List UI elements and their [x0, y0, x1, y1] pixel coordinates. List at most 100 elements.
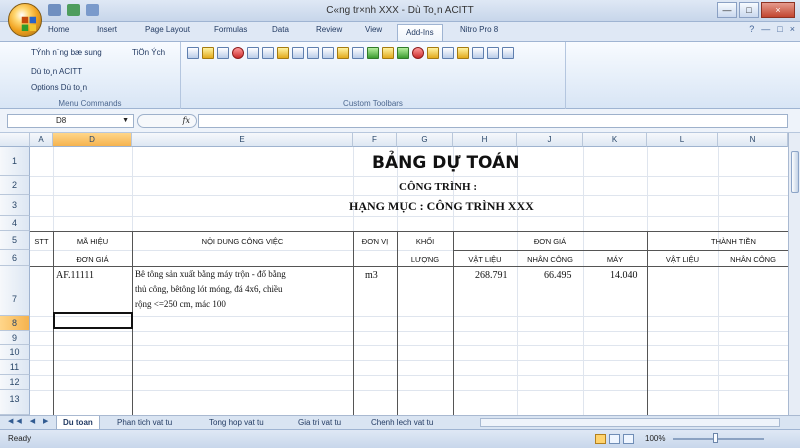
row-header-4[interactable]: 4 — [0, 216, 30, 231]
open-icon[interactable] — [202, 47, 214, 59]
row-header-2[interactable]: 2 — [0, 176, 30, 195]
tab-home[interactable]: Home — [48, 25, 69, 34]
format-icon[interactable] — [277, 47, 289, 59]
zoom-slider-knob[interactable] — [713, 433, 718, 443]
tab-data[interactable]: Data — [272, 25, 289, 34]
vertical-scrollbar[interactable] — [788, 133, 800, 415]
table-border — [30, 231, 788, 232]
smile-icon[interactable] — [457, 47, 469, 59]
row-header-13[interactable]: 13 — [0, 390, 30, 415]
menu-commands-group: TÝnh n¨ng bæ sung TiÖn Ých Dù to¸n ACITT… — [0, 42, 181, 109]
column-header-h[interactable]: H — [453, 133, 517, 147]
chart-bars-icon[interactable] — [382, 47, 394, 59]
header-don-vi: ĐƠN VỊ — [361, 237, 389, 246]
grid-line — [30, 176, 788, 177]
settings-icon[interactable] — [502, 47, 514, 59]
tab-page-layout[interactable]: Page Layout — [145, 25, 190, 34]
spreadsheet-grid[interactable]: A D E F G H J K L N 1 2 3 4 5 6 7 8 9 10… — [0, 133, 788, 415]
chart-icon[interactable] — [337, 47, 349, 59]
sheet-tab-gia-tri-vat-tu[interactable]: Gia tri vat tu — [292, 416, 347, 430]
page-break-view-icon[interactable] — [623, 434, 634, 444]
heart-icon[interactable] — [412, 47, 424, 59]
column-header-l[interactable]: L — [647, 133, 718, 147]
tien-ich-button[interactable]: TiÖn Ých — [132, 48, 165, 57]
row-header-5[interactable]: 5 — [0, 231, 30, 250]
insert-function-button[interactable]: fx — [137, 114, 197, 128]
item-machine-price: 14.040 — [610, 270, 638, 281]
column-header-e[interactable]: E — [132, 133, 353, 147]
column-header-g[interactable]: G — [397, 133, 453, 147]
row-header-1[interactable]: 1 — [0, 147, 30, 176]
sheet-tab-chenh-lech-vat-tu[interactable]: Chenh lech vat tu — [365, 416, 439, 430]
tab-nitro-pro-8[interactable]: Nitro Pro 8 — [460, 25, 498, 34]
tree-icon[interactable] — [397, 47, 409, 59]
options-du-toan-button[interactable]: Options Dù to¸n — [31, 83, 87, 92]
minimize-ribbon-icon[interactable]: — — [761, 24, 770, 34]
minimize-button[interactable]: — — [717, 2, 737, 18]
save-icon[interactable] — [217, 47, 229, 59]
formula-bar: D8 fx — [0, 109, 800, 133]
vertical-scroll-thumb[interactable] — [791, 151, 799, 193]
row-header-11[interactable]: 11 — [0, 360, 30, 375]
column-header-k[interactable]: K — [583, 133, 647, 147]
active-cell-d8[interactable] — [53, 312, 133, 329]
tab-formulas[interactable]: Formulas — [214, 25, 247, 34]
close-button[interactable]: × — [761, 2, 795, 18]
tab-view[interactable]: View — [365, 25, 382, 34]
tab-insert[interactable]: Insert — [97, 25, 117, 34]
flag-icon[interactable] — [367, 47, 379, 59]
item-description-line-3: rộng <=250 cm, mác 100 — [135, 299, 226, 309]
page-layout-view-icon[interactable] — [609, 434, 620, 444]
normal-view-icon[interactable] — [595, 434, 606, 444]
table-icon[interactable] — [322, 47, 334, 59]
item-description-line-1: Bê tông sản xuất bằng máy trộn - đổ bằng — [135, 269, 286, 279]
horizontal-scrollbar[interactable] — [480, 418, 780, 427]
zoom-slider[interactable] — [673, 438, 764, 440]
clock-icon[interactable] — [442, 47, 454, 59]
header-nhan-cong: NHÂN CÔNG — [527, 255, 573, 264]
arrow-icon[interactable] — [472, 47, 484, 59]
sheet-tab-du-toan[interactable]: Du toan — [56, 416, 100, 430]
sheet-tab-phan-tich-vat-tu[interactable]: Phan tich vat tu — [111, 416, 178, 430]
cut-icon[interactable] — [232, 47, 244, 59]
print-icon[interactable] — [307, 47, 319, 59]
tab-review[interactable]: Review — [316, 25, 342, 34]
header-stt: STT — [34, 237, 49, 246]
row-header-12[interactable]: 12 — [0, 375, 30, 390]
name-box[interactable]: D8 — [7, 114, 134, 128]
column-header-j[interactable]: J — [517, 133, 583, 147]
header-may: MÁY — [606, 255, 624, 264]
tab-add-ins[interactable]: Add-Ins — [397, 24, 443, 41]
column-header-a[interactable]: A — [30, 133, 53, 147]
copy-icon[interactable] — [247, 47, 259, 59]
ribbon-help-controls: ? — □ × — [749, 24, 795, 34]
tinh-nang-bo-sung-button[interactable]: TÝnh n¨ng bæ sung — [31, 48, 102, 57]
row-header-8[interactable]: 8 — [0, 316, 30, 331]
help-icon[interactable]: ? — [749, 24, 754, 34]
select-all-corner[interactable] — [0, 133, 30, 147]
row-header-7[interactable]: 7 — [0, 266, 30, 316]
new-icon[interactable] — [187, 47, 199, 59]
row-header-3[interactable]: 3 — [0, 195, 30, 216]
sheet-tab-tong-hop-vat-tu[interactable]: Tong hop vat tu — [203, 416, 270, 430]
restore-icon[interactable]: □ — [777, 24, 782, 34]
close-icon[interactable]: × — [790, 24, 795, 34]
column-header-n[interactable]: N — [718, 133, 788, 147]
row-header-6[interactable]: 6 — [0, 250, 30, 266]
formula-input[interactable] — [198, 114, 788, 128]
office-button-icon[interactable] — [8, 3, 42, 37]
form-icon[interactable] — [487, 47, 499, 59]
row-header-9[interactable]: 9 — [0, 331, 30, 345]
paste-icon[interactable] — [262, 47, 274, 59]
zoom-level[interactable]: 100% — [645, 434, 665, 443]
maximize-button[interactable]: □ — [739, 2, 759, 18]
row-header-10[interactable]: 10 — [0, 345, 30, 360]
database-icon[interactable] — [352, 47, 364, 59]
menu-commands-label: Menu Commands — [58, 99, 122, 108]
header-vat-lieu: VẬT LIỆU — [468, 255, 502, 264]
link-icon[interactable] — [292, 47, 304, 59]
du-toan-acitt-button[interactable]: Dù to¸n ACITT — [31, 67, 82, 76]
column-header-f[interactable]: F — [353, 133, 397, 147]
coin-icon[interactable] — [427, 47, 439, 59]
column-header-d[interactable]: D — [53, 133, 132, 147]
